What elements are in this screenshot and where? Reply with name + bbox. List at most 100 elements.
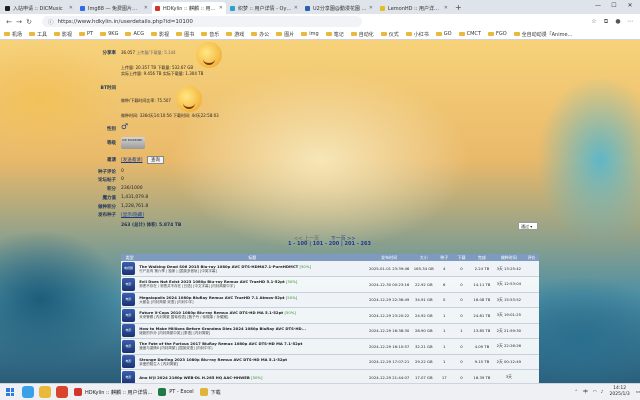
bookmark-item[interactable]: 影视 xyxy=(54,31,72,38)
close-window-icon[interactable]: ✕ xyxy=(622,2,638,9)
seeders-cell[interactable]: 6 xyxy=(435,276,453,293)
close-tab-icon[interactable]: ✕ xyxy=(219,5,223,11)
column-header[interactable]: 标题 xyxy=(138,254,367,261)
bookmark-item[interactable]: 9KG xyxy=(100,31,118,37)
torrent-title-link[interactable]: Ano N'Ji 2024 2160p WEB-DL H.265 HQ AAC-… xyxy=(139,375,365,380)
category-icon[interactable]: 电影 xyxy=(122,277,135,291)
file-explorer-icon[interactable] xyxy=(39,386,51,398)
browser-tab[interactable]: HDKylin :: 麒麟 :: 用户详情✕ xyxy=(152,2,226,14)
close-tab-icon[interactable]: ✕ xyxy=(294,5,298,11)
leechers-cell[interactable]: 0 xyxy=(452,261,471,277)
leechers-cell[interactable]: 0 xyxy=(452,354,471,370)
category-icon[interactable]: 电影 xyxy=(122,308,135,322)
notification-icon[interactable]: ▭ xyxy=(636,390,640,395)
bookmark-item[interactable]: CMCT xyxy=(458,31,481,37)
clock[interactable]: 14:12 2025/1/3 xyxy=(610,386,630,398)
bookmark-item[interactable]: ACG xyxy=(125,31,144,37)
close-tab-icon[interactable]: ✕ xyxy=(444,5,448,11)
table-row[interactable]: 电影 The Fate of the Furious 2017 BluRay Re… xyxy=(121,338,539,355)
close-tab-icon[interactable]: ✕ xyxy=(369,5,373,11)
seeders-cell[interactable]: 1 xyxy=(435,323,453,339)
category-icon[interactable]: 电影 xyxy=(122,324,135,338)
leechers-cell[interactable]: 0 xyxy=(452,292,471,308)
minimize-icon[interactable]: — xyxy=(590,2,606,9)
bookmark-item[interactable]: FGO xyxy=(487,31,507,37)
column-header[interactable]: 做种时间 xyxy=(493,254,524,261)
browser-tab[interactable]: 入站申请 :: DICMusic ✕ xyxy=(2,2,76,14)
bookmark-item[interactable]: 自动化 xyxy=(350,31,374,38)
table-row[interactable]: 电影 Future X-Cops 2010 1080p Blu-ray Remux… xyxy=(121,307,539,324)
query-button[interactable]: 查询 xyxy=(146,156,164,164)
category-icon[interactable]: 电视剧 xyxy=(122,262,135,275)
reload-icon[interactable]: ↻ xyxy=(24,18,34,26)
windows-start-icon[interactable] xyxy=(3,385,17,399)
browser-tab[interactable]: 织梦 :: 用户详情 - Oyasumi✕ xyxy=(227,2,301,14)
bookmark-item[interactable]: GO xyxy=(435,31,452,37)
profile-icon[interactable]: ● xyxy=(612,18,624,26)
close-tab-icon[interactable]: ✕ xyxy=(69,5,73,11)
table-row[interactable]: 电影 Strange Darling 2023 1080p Blu-ray Rem… xyxy=(121,354,539,370)
browser-tab[interactable]: Img88 — 免费图片存取/上传✕ xyxy=(77,2,151,14)
seeders-cell[interactable]: 1 xyxy=(435,307,453,324)
url-input[interactable]: ⓘ https://www.hdkylin.in/userdetails.php… xyxy=(42,16,362,27)
column-header[interactable]: 种子 xyxy=(435,254,453,261)
search-icon[interactable] xyxy=(22,386,34,398)
leechers-cell[interactable]: 0 xyxy=(452,307,471,324)
send-invite-link[interactable]: [发送邀请] xyxy=(121,158,143,163)
bookmark-item[interactable]: 机场 xyxy=(4,31,22,38)
seeders-cell[interactable]: 4 xyxy=(435,261,453,277)
column-header[interactable]: 大小 xyxy=(411,254,436,261)
column-header[interactable]: 类型 xyxy=(121,254,139,261)
category-icon[interactable]: 电影 xyxy=(122,370,135,383)
star-icon[interactable]: ☆ xyxy=(588,18,600,26)
taskbar-app[interactable]: PT - Excel xyxy=(158,388,194,396)
chevron-up-icon[interactable]: ⌃ xyxy=(574,390,578,395)
sort-select[interactable]: 通过 ▾ xyxy=(518,222,538,230)
seeders-cell[interactable]: 1 xyxy=(435,354,453,370)
bookmark-item[interactable]: 游戏 xyxy=(226,31,244,38)
bookmark-item[interactable]: 办公 xyxy=(251,31,269,38)
bookmark-item[interactable]: 图片 xyxy=(276,31,294,38)
bookmark-item[interactable]: 小红书 xyxy=(405,31,429,38)
bookmark-item[interactable]: 图书 xyxy=(176,31,194,38)
browser-tab[interactable]: U2分享園@動漫花園 :: 用户✕ xyxy=(302,2,376,14)
leechers-cell[interactable]: 1 xyxy=(452,323,471,339)
table-row[interactable]: 电影 Ano N'Ji 2024 2160p WEB-DL H.265 HQ AA… xyxy=(121,369,539,383)
chrome-icon[interactable] xyxy=(56,386,68,398)
volume-icon[interactable]: ♪ xyxy=(601,390,604,395)
seeders-cell[interactable]: 0 xyxy=(435,292,453,308)
back-icon[interactable]: ← xyxy=(4,18,14,26)
table-row[interactable]: 电影 How to Make Millions Before Grandma Di… xyxy=(121,323,539,339)
table-row[interactable]: 电视剧 The Walking Dead S06 2015 Blu-ray 108… xyxy=(121,261,539,277)
table-row[interactable]: 电影 Megalopolis 2024 1080p BluRay Remux AV… xyxy=(121,292,539,308)
column-header[interactable]: 评价 xyxy=(523,254,539,261)
bookmark-item[interactable]: 笔记 xyxy=(325,31,344,38)
close-tab-icon[interactable]: ✕ xyxy=(144,5,148,11)
toggle-torrents-link[interactable]: [显示/隐藏] xyxy=(121,212,144,218)
bookmark-item[interactable]: PT xyxy=(79,31,93,37)
ime-indicator[interactable]: 中 xyxy=(583,389,588,395)
bookmark-item[interactable]: 影视 xyxy=(151,31,169,38)
leechers-cell[interactable]: 0 xyxy=(452,338,471,355)
bookmark-item[interactable]: 仪式 xyxy=(380,31,399,38)
extensions-icon[interactable]: ⧉ xyxy=(600,18,612,26)
column-header[interactable]: 发布时间 xyxy=(366,254,412,261)
category-icon[interactable]: 电影 xyxy=(122,293,135,307)
bookmark-item[interactable]: img xyxy=(301,31,319,37)
new-tab-button[interactable]: + xyxy=(455,2,462,14)
leechers-cell[interactable]: 0 xyxy=(452,276,471,293)
wifi-icon[interactable]: ◠ xyxy=(593,390,597,395)
category-icon[interactable]: 电影 xyxy=(122,355,135,369)
page-numbers[interactable]: 1 - 100 | 101 - 200 | 201 - 263 xyxy=(288,241,371,247)
seeders-cell[interactable]: 1 xyxy=(435,338,453,355)
seeders-cell[interactable]: 17 xyxy=(435,369,453,383)
table-row[interactable]: 电影 Evil Does Not Exist 2023 1080p Blu-ray… xyxy=(121,276,539,293)
taskbar-app[interactable]: HDKylin :: 麒麟 :: 用户详情... xyxy=(74,388,152,396)
bookmark-item[interactable]: 音乐 xyxy=(201,31,219,38)
bookmark-item[interactable]: 工具 xyxy=(29,31,47,38)
browser-tab[interactable]: LemonHD :: 用户详情 - Lu✕ xyxy=(377,2,451,14)
bookmark-item[interactable]: 全自动动漫「Anime... xyxy=(513,31,572,38)
site-info-icon[interactable]: ⓘ xyxy=(48,18,54,26)
category-icon[interactable]: 电影 xyxy=(122,339,135,353)
maximize-icon[interactable]: ☐ xyxy=(606,2,622,9)
